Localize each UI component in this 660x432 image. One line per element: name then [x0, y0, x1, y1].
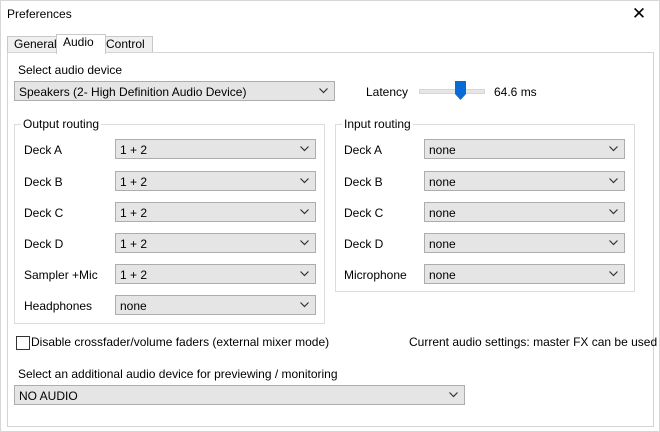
- input-label-deck-c: Deck C: [344, 206, 384, 220]
- latency-slider-thumb[interactable]: [455, 81, 466, 100]
- output-label-headphones: Headphones: [24, 299, 93, 313]
- input-select-deck-a[interactable]: none: [424, 139, 625, 159]
- output-select-headphones[interactable]: none: [115, 295, 316, 315]
- latency-label: Latency: [366, 85, 409, 99]
- chevron-down-icon: [300, 209, 309, 215]
- output-label-deck-a: Deck A: [24, 143, 63, 157]
- audio-device-select[interactable]: Speakers (2- High Definition Audio Devic…: [14, 81, 335, 101]
- audio-status-text: Current audio settings: master FX can be…: [409, 335, 658, 349]
- input-select-deck-d[interactable]: none: [424, 233, 625, 253]
- close-icon[interactable]: ✕: [629, 4, 649, 24]
- chevron-down-icon: [319, 88, 328, 94]
- output-label-sampler-mic: Sampler +Mic: [24, 268, 98, 282]
- output-select-sampler-mic[interactable]: 1 + 2: [115, 264, 316, 284]
- latency-slider-track[interactable]: [419, 89, 485, 94]
- output-select-deck-b[interactable]: 1 + 2: [115, 171, 316, 191]
- chevron-down-icon: [609, 240, 618, 246]
- chevron-down-icon: [449, 392, 458, 398]
- output-label-deck-d: Deck D: [24, 237, 64, 251]
- disable-crossfader-label: Disable crossfader/volume faders (extern…: [31, 335, 330, 349]
- chevron-down-icon: [609, 178, 618, 184]
- input-select-deck-c[interactable]: none: [424, 202, 625, 222]
- chevron-down-icon: [609, 146, 618, 152]
- output-select-deck-d[interactable]: 1 + 2: [115, 233, 316, 253]
- output-select-deck-c[interactable]: 1 + 2: [115, 202, 316, 222]
- input-routing-title: Input routing: [342, 117, 413, 131]
- output-label-deck-c: Deck C: [24, 206, 64, 220]
- audio-device-label: Select audio device: [18, 63, 123, 77]
- input-select-deck-b[interactable]: none: [424, 171, 625, 191]
- input-label-microphone: Microphone: [344, 268, 407, 282]
- output-select-deck-a[interactable]: 1 + 2: [115, 139, 316, 159]
- input-label-deck-a: Deck A: [344, 143, 383, 157]
- chevron-down-icon: [300, 271, 309, 277]
- disable-crossfader-checkbox[interactable]: [16, 336, 30, 350]
- latency-value: 64.6 ms: [494, 85, 537, 99]
- chevron-down-icon: [609, 209, 618, 215]
- title-bar: Preferences ✕: [1, 1, 659, 29]
- chevron-down-icon: [300, 146, 309, 152]
- input-label-deck-b: Deck B: [344, 175, 383, 189]
- tab-control[interactable]: Control: [99, 36, 153, 53]
- input-select-microphone[interactable]: none: [424, 264, 625, 284]
- chevron-down-icon: [300, 240, 309, 246]
- chevron-down-icon: [300, 302, 309, 308]
- chevron-down-icon: [300, 178, 309, 184]
- tab-audio[interactable]: Audio: [56, 34, 106, 54]
- output-routing-title: Output routing: [21, 117, 102, 131]
- input-label-deck-d: Deck D: [344, 237, 384, 251]
- monitor-device-label: Select an additional audio device for pr…: [18, 367, 338, 381]
- monitor-device-select[interactable]: NO AUDIO: [14, 385, 465, 405]
- chevron-down-icon: [609, 271, 618, 277]
- tab-general[interactable]: General: [7, 36, 62, 53]
- output-label-deck-b: Deck B: [24, 175, 63, 189]
- window-title: Preferences: [7, 7, 72, 21]
